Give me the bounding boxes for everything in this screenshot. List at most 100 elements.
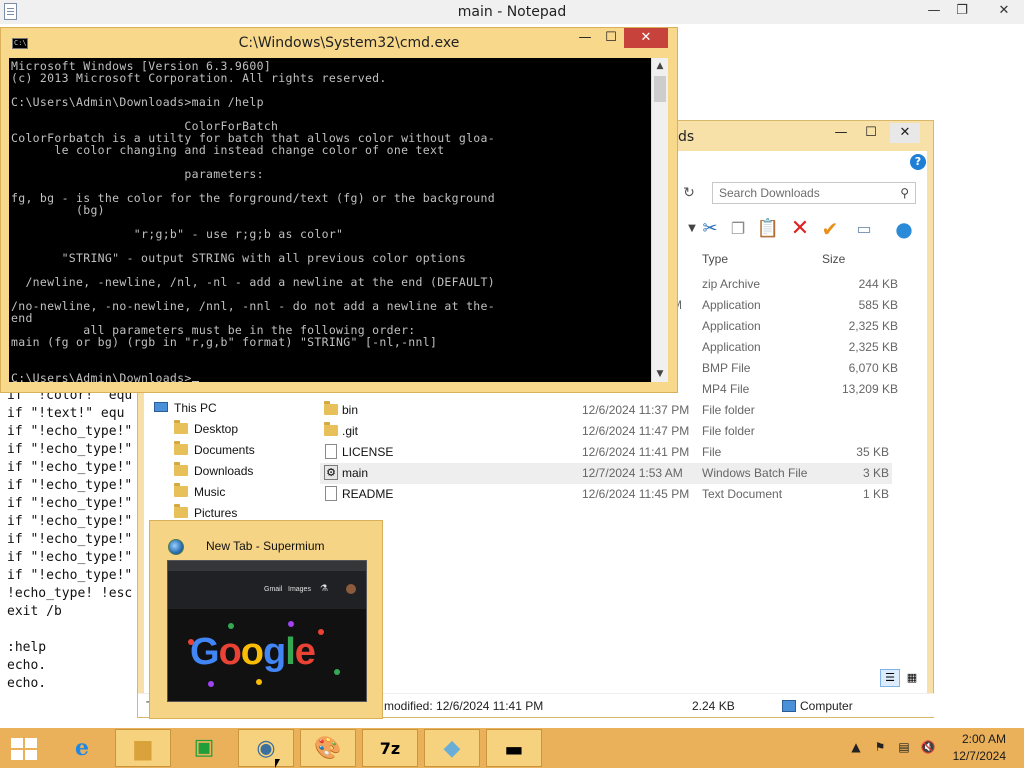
notepad-line: echo. <box>7 676 47 691</box>
paint-icon: 🎨 <box>314 736 342 761</box>
start-button[interactable] <box>0 729 48 767</box>
table-row[interactable]: BMP File 6,070 KB <box>668 358 898 379</box>
taskbar-internet-explorer[interactable]: e <box>54 729 110 767</box>
notepad-line: echo. <box>7 658 47 673</box>
cmd-close-button[interactable]: ✕ <box>624 28 668 48</box>
notepad-text-area[interactable]: if "!color!" equ if "!text!" equ if "!ec… <box>0 384 140 714</box>
notepad-line: if "!echo_type!" <box>7 532 133 547</box>
nav-item-label: Desktop <box>194 422 239 436</box>
scroll-down-icon[interactable]: ▼ <box>652 366 668 382</box>
network-icon[interactable]: ▤ <box>896 739 912 755</box>
scroll-up-icon[interactable]: ▲ <box>652 58 668 74</box>
doodle-sparkle <box>256 679 262 685</box>
taskbar-paint[interactable]: 🎨 <box>300 729 356 767</box>
tiles-view-button[interactable]: ▦ <box>902 669 922 687</box>
size-cell: 3 KB <box>862 466 889 480</box>
name-cell: README <box>342 487 394 501</box>
notepad-line: if "!echo_type!" <box>7 424 133 439</box>
notepad-line: :help <box>7 640 47 655</box>
check-icon[interactable]: ✔ <box>818 217 842 241</box>
preview-title: New Tab - Supermium <box>206 539 325 553</box>
details-view-button[interactable]: ☰ <box>880 669 900 687</box>
scroll-thumb[interactable] <box>654 76 666 102</box>
delete-icon[interactable]: ✕ <box>788 217 812 241</box>
table-row[interactable]: Application 2,325 KB <box>668 337 898 358</box>
clock-date[interactable]: 12/7/2024 <box>953 749 1006 763</box>
name-cell: .git <box>342 424 359 438</box>
console-output[interactable]: Microsoft Windows [Version 6.3.9600] (c)… <box>9 58 651 382</box>
clock-time[interactable]: 2:00 AM <box>962 732 1006 746</box>
table-row[interactable]: .git 12/6/2024 11:47 PM File folder <box>320 421 898 442</box>
table-row[interactable]: bin 12/6/2024 11:37 PM File folder <box>320 400 898 421</box>
notepad-line: if "!echo_type!" <box>7 496 133 511</box>
notepad-line: if "!echo_type!" <box>7 460 133 475</box>
supermium-icon <box>168 539 184 555</box>
notepad-line: exit /b <box>7 604 62 619</box>
search-icon[interactable]: ⚲ <box>900 186 909 200</box>
date-cell: 12/6/2024 11:37 PM <box>582 403 690 417</box>
cmd-minimize-button[interactable]: — <box>571 28 599 48</box>
doodle-sparkle <box>228 623 234 629</box>
table-row-selected[interactable]: ⚙ main 12/7/2024 1:53 AM Windows Batch F… <box>320 463 892 484</box>
notepad-title-bar[interactable]: main - Notepad — ❐ ✕ <box>0 0 1024 24</box>
taskbar-7zip[interactable]: 7z <box>362 729 418 767</box>
notepad-line: if "!echo_type!" <box>7 442 133 457</box>
column-type[interactable]: Type <box>702 252 728 266</box>
flag-icon[interactable]: ⚑ <box>872 739 888 755</box>
cmd-title-bar[interactable]: C:\ C:\Windows\System32\cmd.exe — ☐ ✕ <box>1 28 677 56</box>
folder-icon <box>324 401 338 415</box>
console-line: "r;g;b" - use r;g;b as color" <box>11 227 344 241</box>
notepad-line: !echo_type! !esc <box>7 586 133 601</box>
status-modified: modified: 12/6/2024 11:41 PM <box>384 699 544 713</box>
explorer-toolbar: ▼ ✂ ❐ 📋 ✕ ✔ ▭ ● <box>678 215 928 245</box>
column-size[interactable]: Size <box>822 252 845 266</box>
size-cell: 6,070 KB <box>848 361 898 375</box>
table-row[interactable]: Application 2,325 KB <box>668 316 898 337</box>
taskbar-app[interactable]: ◆ <box>424 729 480 767</box>
explorer-maximize-button[interactable]: ☐ <box>856 123 886 143</box>
nav-item-label: Pictures <box>194 506 238 520</box>
labs-icon: ⚗ <box>320 583 329 593</box>
help-icon[interactable]: ? <box>910 154 926 170</box>
table-row[interactable]: MP4 File 13,209 KB <box>668 379 898 400</box>
cut-icon[interactable]: ✂ <box>698 217 722 241</box>
globe-icon[interactable]: ● <box>892 217 916 241</box>
avatar <box>346 584 356 594</box>
notepad-maximize-button[interactable]: ❐ <box>942 0 982 22</box>
table-row[interactable]: README 12/6/2024 11:45 PM Text Document … <box>320 484 898 505</box>
explorer-close-button[interactable]: ✕ <box>890 123 920 143</box>
taskbar-thumbnail-preview[interactable]: New Tab - Supermium Gmail Images ⚗ Googl… <box>149 520 383 719</box>
taskbar-cmd[interactable]: ▬ <box>486 729 542 767</box>
taskbar-store[interactable]: ▣ <box>176 729 232 767</box>
file-icon <box>325 444 337 459</box>
folder-icon <box>174 420 188 434</box>
table-row[interactable]: LICENSE 12/6/2024 11:41 PM File 35 KB <box>320 442 898 463</box>
cmd-scrollbar[interactable]: ▲ ▼ <box>651 58 668 382</box>
table-row[interactable]: M Application 585 KB <box>668 295 898 316</box>
paste-icon[interactable]: 📋 <box>756 217 780 241</box>
console-prompt: C:\Users\Admin\Downloads> <box>11 372 199 382</box>
notepad-close-button[interactable]: ✕ <box>984 0 1024 22</box>
properties-icon[interactable]: ▭ <box>852 217 876 241</box>
copy-icon[interactable]: ❐ <box>726 217 750 241</box>
refresh-icon[interactable]: ↻ <box>678 183 700 203</box>
search-input[interactable] <box>719 185 889 201</box>
explorer-minimize-button[interactable]: — <box>826 123 856 143</box>
cmd-maximize-button[interactable]: ☐ <box>597 28 625 48</box>
notepad-line: if "!echo_type!" <box>7 478 133 493</box>
show-hidden-icons-icon[interactable]: ▲ <box>848 739 864 755</box>
folder-icon <box>324 422 338 436</box>
taskbar-supermium[interactable]: ◉ <box>238 729 294 767</box>
preview-thumbnail[interactable]: Gmail Images ⚗ Google <box>167 560 367 702</box>
console-line: /newline, -newline, /nl, -nl - add a new… <box>11 275 495 289</box>
table-row[interactable]: zip Archive 244 KB <box>668 274 898 295</box>
volume-muted-icon[interactable]: 🔇 <box>920 739 936 755</box>
size-cell: 244 KB <box>858 277 898 291</box>
search-box[interactable]: ⚲ <box>712 182 916 204</box>
explorer-title: ds <box>678 129 695 145</box>
type-cell: Application <box>702 298 761 312</box>
status-location: Computer <box>800 699 853 713</box>
taskbar-file-explorer[interactable]: ▆ <box>115 729 171 767</box>
folder-icon <box>174 462 188 476</box>
doodle-sparkle <box>318 629 324 635</box>
